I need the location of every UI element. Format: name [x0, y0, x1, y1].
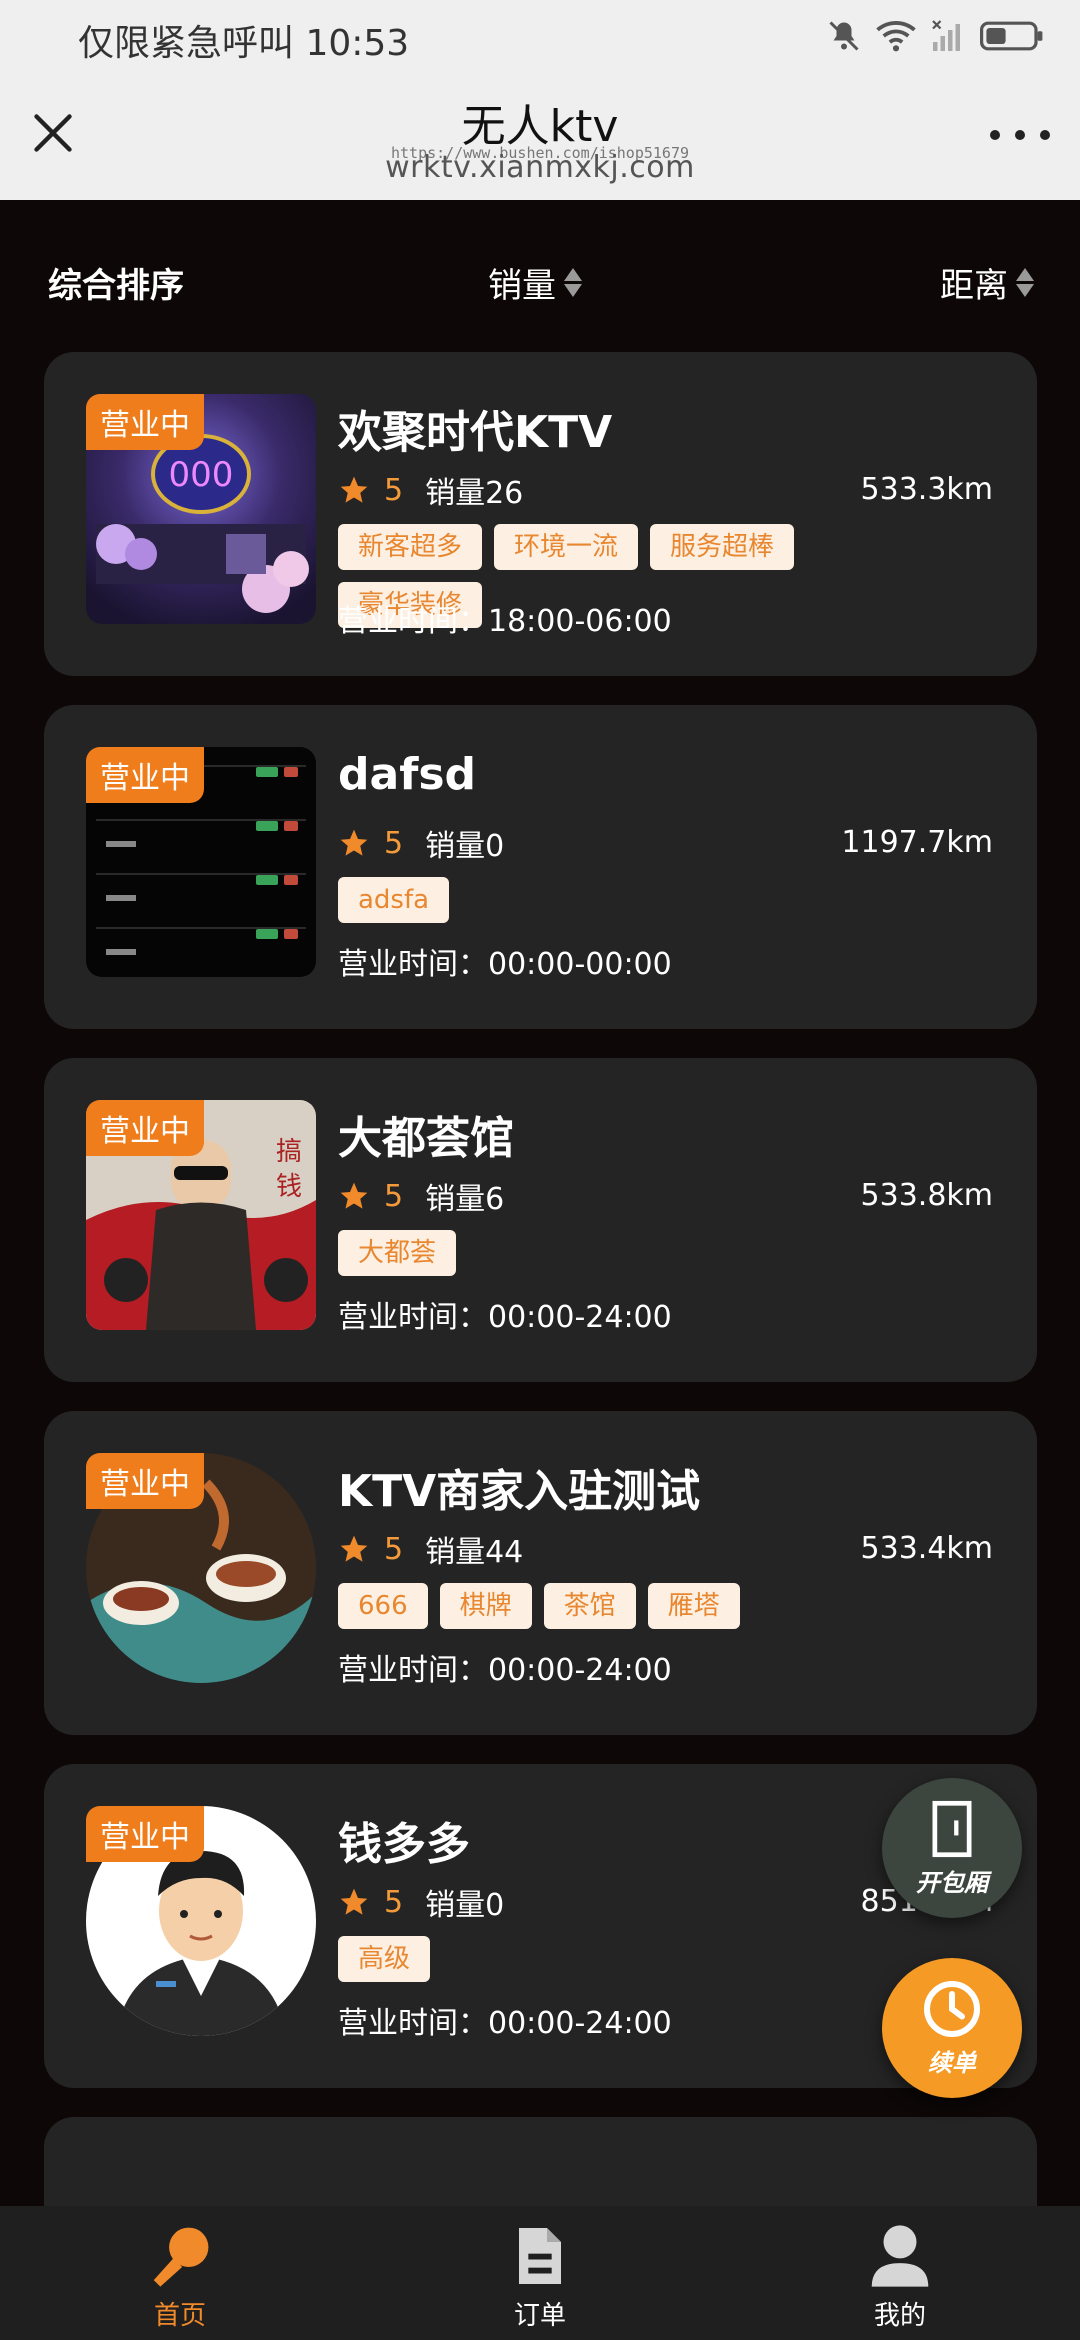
store-sales: 销量44	[425, 1535, 524, 1570]
star-icon	[340, 476, 368, 503]
store-sales: 销量26	[425, 476, 524, 511]
sort-arrows-icon	[1016, 268, 1034, 297]
app-header: 无人ktv https://www.bushen.com/ishop51679 …	[0, 80, 1080, 200]
store-tag: 大都荟	[338, 1230, 457, 1276]
status-text: 仅限紧急呼叫 10:53	[78, 23, 410, 64]
store-score: 5	[384, 1531, 404, 1567]
signal-icon	[930, 18, 966, 58]
open-room-button[interactable]: 开包厢	[882, 1778, 1022, 1918]
store-card[interactable]: 搞 钱 营业中 大都荟馆 5 销量6 533.8km 大都荟 营业时间：00:0…	[44, 1058, 1037, 1382]
store-hours: 营业时间：00:00-00:00	[338, 947, 672, 982]
store-card[interactable]: 000 营业中 欢聚时代KTV 5 销量26 533.3km 新客超多 环境一流…	[44, 352, 1037, 676]
store-name: KTV商家入驻测试	[338, 1466, 701, 1517]
store-name: 钱多多	[338, 1819, 470, 1870]
star-icon	[340, 1182, 368, 1209]
star-icon	[340, 1888, 368, 1915]
store-tag: 环境一流	[494, 524, 639, 570]
store-distance: 1197.7km	[841, 825, 993, 860]
nav-profile[interactable]: 我的	[720, 2206, 1080, 2340]
store-sales: 销量6	[425, 1182, 505, 1217]
store-sales: 销量0	[425, 829, 505, 864]
store-tag: 雁塔	[647, 1583, 740, 1629]
store-tags: 666 棋牌 茶馆 雁塔	[338, 1583, 858, 1629]
nav-profile-label: 我的	[873, 2300, 926, 2331]
store-card[interactable]: 营业中 KTV商家入驻测试 5 销量44 533.4km 666 棋牌 茶馆 雁…	[44, 1411, 1037, 1735]
battery-icon	[980, 19, 1044, 57]
store-hours: 营业时间：00:00-24:00	[338, 1653, 672, 1688]
microphone-icon	[153, 2227, 209, 2287]
top-bar: 仅限紧急呼叫 10:53 无人ktv https://www.bushen.co…	[0, 0, 1080, 200]
store-hours: 营业时间：18:00-06:00	[338, 604, 672, 639]
store-tag: 新客超多	[338, 524, 483, 570]
nav-home-label: 首页	[153, 2300, 206, 2331]
store-distance: 533.3km	[860, 472, 993, 507]
sort-arrows-icon	[564, 268, 582, 297]
status-badge: 营业中	[86, 1453, 204, 1509]
store-tag: 666	[338, 1583, 428, 1629]
store-score: 5	[384, 472, 404, 508]
store-tags: 大都荟	[338, 1230, 858, 1276]
store-tag: adsfa	[338, 877, 450, 923]
user-icon	[871, 2224, 929, 2287]
door-icon	[932, 1800, 972, 1857]
bell-off-icon	[826, 18, 862, 58]
svg-text:搞: 搞	[276, 1137, 302, 1167]
sort-comprehensive[interactable]: 综合排序	[48, 258, 184, 307]
store-name: 大都荟馆	[338, 1113, 514, 1164]
sort-sales[interactable]: 销量	[488, 258, 582, 307]
clock-icon	[924, 1980, 980, 2037]
status-badge: 营业中	[86, 747, 204, 803]
store-score: 5	[384, 825, 404, 861]
status-badge: 营业中	[86, 1100, 204, 1156]
store-name: dafsd	[338, 749, 477, 800]
status-badge: 营业中	[86, 1806, 204, 1862]
store-tags: 高级	[338, 1936, 858, 1982]
sort-sales-label: 销量	[488, 266, 556, 306]
store-tag: 高级	[338, 1936, 431, 1982]
open-room-label: 开包厢	[916, 1868, 988, 1897]
status-badge: 营业中	[86, 394, 204, 450]
store-score: 5	[384, 1178, 404, 1214]
svg-text:钱: 钱	[276, 1172, 302, 1202]
page-url: wrktv.xianmxkj.com	[385, 150, 695, 185]
sort-distance[interactable]: 距离	[940, 258, 1034, 307]
store-score: 5	[384, 1884, 404, 1920]
store-tag: 茶馆	[543, 1583, 636, 1629]
store-tag: 服务超棒	[650, 524, 795, 570]
store-distance: 533.4km	[860, 1531, 993, 1566]
renew-button[interactable]: 续单	[882, 1958, 1022, 2098]
star-icon	[340, 1535, 368, 1562]
more-button[interactable]	[990, 110, 1050, 160]
nav-orders-label: 订单	[513, 2300, 566, 2331]
store-tags: adsfa	[338, 877, 858, 923]
sort-distance-label: 距离	[940, 266, 1008, 306]
sort-bar: 综合排序 销量 距离	[0, 240, 1080, 320]
status-bar: 仅限紧急呼叫 10:53	[0, 0, 1080, 72]
document-icon	[519, 2227, 561, 2284]
store-list: 000 营业中 欢聚时代KTV 5 销量26 533.3km 新客超多 环境一流…	[44, 352, 1037, 2266]
nav-home[interactable]: 首页	[0, 2206, 360, 2340]
store-hours: 营业时间：00:00-24:00	[338, 1300, 672, 1335]
store-name: 欢聚时代KTV	[338, 407, 613, 458]
store-card[interactable]: 营业中 dafsd 5 销量0 1197.7km adsfa 营业时间：00:0…	[44, 705, 1037, 1029]
store-hours: 营业时间：00:00-24:00	[338, 2006, 672, 2041]
store-sales: 销量0	[425, 1888, 505, 1923]
nav-orders[interactable]: 订单	[360, 2206, 720, 2340]
store-distance: 533.8km	[860, 1178, 993, 1213]
sort-comprehensive-label: 综合排序	[48, 266, 184, 306]
bottom-nav: 首页 订单 我的	[0, 2206, 1080, 2340]
wifi-icon	[876, 18, 916, 58]
renew-label: 续单	[928, 2048, 976, 2077]
store-tag: 棋牌	[439, 1583, 532, 1629]
star-icon	[340, 829, 368, 856]
more-icon	[990, 130, 1000, 140]
svg-text:000: 000	[169, 455, 234, 495]
